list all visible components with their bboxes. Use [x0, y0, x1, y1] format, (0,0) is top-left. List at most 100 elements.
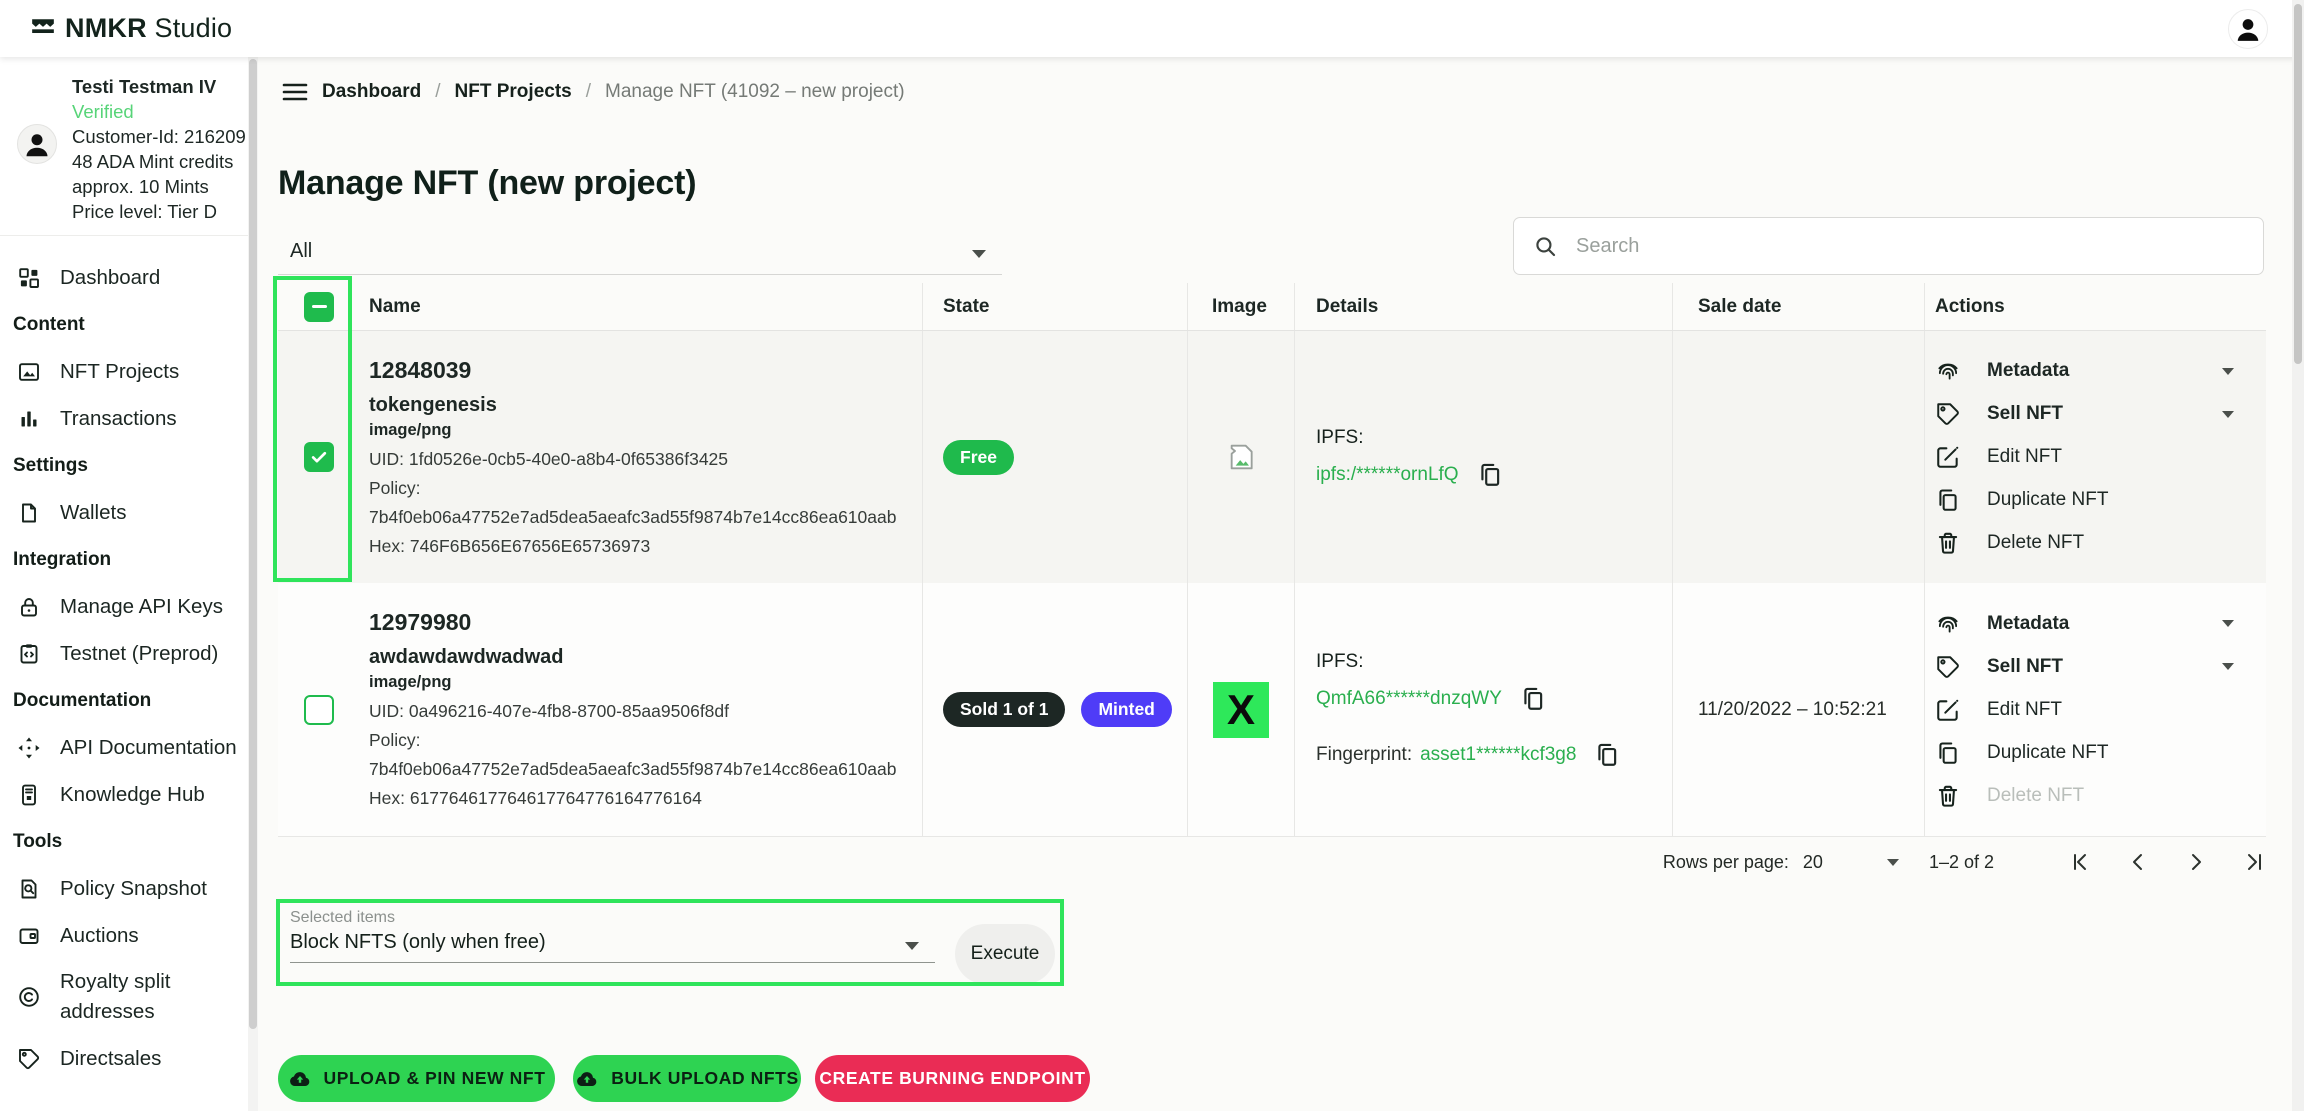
nmkr-logo[interactable]: NMKR Studio: [30, 13, 232, 44]
sidebar-item-label: NFT Projects: [60, 360, 179, 384]
tag-icon: [17, 1047, 41, 1071]
search-box[interactable]: [1513, 217, 2264, 275]
tag-icon: [1935, 654, 1961, 680]
header-state: State: [922, 283, 1187, 330]
clipboard-code-icon: [17, 642, 41, 666]
breadcrumb-nft-projects[interactable]: NFT Projects: [455, 81, 572, 103]
edit-icon: [1935, 444, 1961, 470]
action-sell-nft[interactable]: Sell NFT: [1935, 645, 2266, 688]
action-metadata[interactable]: Metadata: [1935, 350, 2266, 393]
nft-table: Name State Image Details Sale date Actio…: [278, 283, 2266, 837]
sidebar-item-policy-snapshot[interactable]: Policy Snapshot: [0, 865, 258, 912]
action-sell-nft[interactable]: Sell NFT: [1935, 393, 2266, 436]
sidebar-item-dashboard[interactable]: Dashboard: [0, 254, 258, 301]
sidebar-item-nft-projects[interactable]: NFT Projects: [0, 348, 258, 395]
action-duplicate-nft[interactable]: Duplicate NFT: [1935, 479, 2266, 522]
action-edit-nft[interactable]: Edit NFT: [1935, 688, 2266, 731]
create-burning-endpoint-button[interactable]: CREATE BURNING ENDPOINT: [815, 1055, 1090, 1102]
action-label: Metadata: [1987, 613, 2069, 635]
user-name: Testi Testman IV: [72, 74, 246, 99]
action-metadata[interactable]: Metadata: [1935, 602, 2266, 645]
user-avatar[interactable]: [17, 124, 57, 164]
sidebar-item-knowledge-hub[interactable]: Knowledge Hub: [0, 771, 258, 818]
state-filter-select[interactable]: All: [278, 237, 1002, 275]
sidebar-item-auctions[interactable]: Auctions: [0, 912, 258, 959]
select-all-checkbox[interactable]: [304, 292, 334, 322]
upload-pin-new-nft-button[interactable]: UPLOAD & PIN NEW NFT: [278, 1055, 555, 1102]
nmkr-logo-icon: [30, 16, 56, 42]
hamburger-menu-icon[interactable]: [282, 81, 308, 103]
execute-button[interactable]: Execute: [955, 924, 1055, 984]
bar-chart-icon: [17, 407, 41, 431]
header-details: Details: [1294, 283, 1672, 330]
copy-icon[interactable]: [1520, 684, 1546, 714]
action-duplicate-nft[interactable]: Duplicate NFT: [1935, 731, 2266, 774]
sidebar-item-wallets[interactable]: Wallets: [0, 489, 258, 536]
pagination: Rows per page: 20 1–2 of 2: [278, 842, 2266, 882]
sidebar-item-royalty-split[interactable]: Royalty split addresses: [0, 959, 258, 1035]
lock-icon: [17, 595, 41, 619]
first-page-button[interactable]: [2068, 850, 2092, 874]
sidebar-item-label: Directsales: [60, 1047, 161, 1071]
user-customer-id: Customer-Id: 216209: [72, 124, 246, 149]
indeterminate-icon: [312, 305, 327, 309]
next-page-button[interactable]: [2184, 850, 2208, 874]
row-checkbox-checked[interactable]: [304, 442, 334, 472]
ipfs-link[interactable]: ipfs:/******ornLfQ: [1316, 464, 1459, 486]
pagination-range: 1–2 of 2: [1929, 852, 1994, 873]
sidebar-item-label: Manage API Keys: [60, 595, 223, 619]
wallet-icon: [17, 924, 41, 948]
check-icon: [309, 447, 329, 467]
account-avatar[interactable]: [2228, 9, 2268, 49]
broken-image-icon: [1225, 441, 1257, 473]
action-label: Delete NFT: [1987, 785, 2084, 807]
edit-icon: [1935, 697, 1961, 723]
dashboard-icon: [17, 266, 41, 290]
selected-items-value[interactable]: Block NFTS (only when free): [290, 931, 546, 954]
previous-page-button[interactable]: [2126, 850, 2150, 874]
sidebar-item-transactions[interactable]: Transactions: [0, 395, 258, 442]
bulk-action-panel: Selected items Block NFTS (only when fre…: [276, 899, 1064, 986]
copy-icon[interactable]: [1594, 740, 1620, 770]
brand-bold: NMKR: [65, 13, 147, 43]
nft-mime: image/png: [369, 418, 922, 442]
fingerprint-icon: [1935, 611, 1961, 637]
search-input[interactable]: [1574, 234, 2214, 259]
row-checkbox-unchecked[interactable]: [304, 695, 334, 725]
nft-details-cell: IPFS: QmfA66******dnzqWY Fingerprint:ass…: [1294, 583, 1672, 836]
nft-thumbnail[interactable]: X: [1213, 682, 1269, 738]
action-delete-nft-disabled[interactable]: Delete NFT: [1935, 774, 2266, 817]
nft-uid: UID: 0a496216-407e-4fb8-8700-85aa9506f8d…: [369, 697, 922, 726]
person-icon: [22, 129, 52, 159]
sidebar-item-directsales[interactable]: Directsales: [0, 1035, 258, 1082]
selected-items-label: Selected items: [290, 909, 395, 927]
page-scrollbar[interactable]: [2292, 0, 2304, 1111]
sidebar-scrollbar[interactable]: [248, 57, 258, 1111]
action-edit-nft[interactable]: Edit NFT: [1935, 436, 2266, 479]
copy-icon[interactable]: [1477, 460, 1503, 490]
nmkr-studio-app: NMKR Studio Testi Testman IV Verified Cu…: [0, 0, 2304, 1111]
bulk-upload-nfts-button[interactable]: BULK UPLOAD NFTS: [573, 1055, 801, 1102]
breadcrumb-dashboard[interactable]: Dashboard: [322, 81, 421, 103]
ipfs-link[interactable]: QmfA66******dnzqWY: [1316, 688, 1502, 710]
sidebar-scrollbar-thumb[interactable]: [249, 59, 257, 1029]
fingerprint-link[interactable]: asset1******kcf3g8: [1420, 744, 1576, 765]
chevron-down-icon[interactable]: [905, 942, 919, 950]
fingerprint-label: Fingerprint:: [1316, 744, 1412, 765]
last-page-button[interactable]: [2242, 850, 2266, 874]
sidebar-item-label: Auctions: [60, 924, 139, 948]
action-delete-nft[interactable]: Delete NFT: [1935, 522, 2266, 565]
action-label: Sell NFT: [1987, 656, 2063, 678]
sidebar-item-api-documentation[interactable]: API Documentation: [0, 724, 258, 771]
fingerprint-icon: [1935, 358, 1961, 384]
rows-per-page-value[interactable]: 20: [1803, 852, 1823, 873]
sidebar-item-manage-api-keys[interactable]: Manage API Keys: [0, 583, 258, 630]
chevron-down-icon[interactable]: [1887, 859, 1899, 866]
rows-per-page-label: Rows per page:: [1663, 852, 1789, 873]
user-price-level: Price level: Tier D: [72, 199, 246, 224]
sidebar-section-content: Content: [0, 301, 258, 348]
page-title: Manage NFT (new project): [278, 164, 696, 203]
page-scrollbar-thumb[interactable]: [2294, 4, 2302, 364]
nft-name-cell: 12979980 awdawdawdwadwad image/png UID: …: [360, 583, 922, 836]
sidebar-item-testnet[interactable]: Testnet (Preprod): [0, 630, 258, 677]
